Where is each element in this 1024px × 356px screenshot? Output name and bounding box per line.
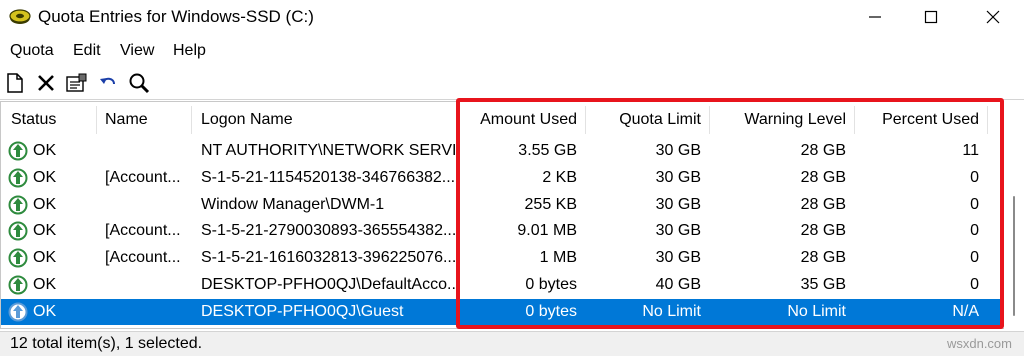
- menu-quota[interactable]: Quota: [10, 42, 54, 60]
- list-header: Status Name Logon Name Amount Used Quota…: [1, 102, 1005, 138]
- column-header-warning-level[interactable]: Warning Level: [710, 102, 854, 138]
- column-header-amount-used[interactable]: Amount Used: [461, 102, 585, 138]
- properties-icon: [66, 73, 87, 92]
- watermark: wsxdn.com: [946, 336, 1012, 351]
- cell-logon-name: S-1-5-21-1616032813-396225076...: [201, 249, 455, 267]
- title-bar: Quota Entries for Windows-SSD (C:): [0, 0, 1024, 36]
- column-divider[interactable]: [987, 106, 988, 134]
- column-divider[interactable]: [459, 106, 460, 134]
- cell-warning-level: 28 GB: [800, 195, 846, 213]
- status-text: 12 total item(s), 1 selected.: [10, 335, 203, 352]
- minimize-icon: [869, 16, 881, 18]
- column-header-logon-name[interactable]: Logon Name: [193, 102, 455, 138]
- cell-logon-name: Window Manager\DWM-1: [201, 195, 385, 213]
- cell-amount-used: 3.55 GB: [518, 142, 577, 159]
- table-row[interactable]: OK DESKTOP-PFHO0QJ\Guest 0 bytes No Limit No…: [1, 298, 1005, 325]
- scroll-thumb[interactable]: [1013, 196, 1015, 316]
- cell-amount-used: 0 bytes: [525, 276, 577, 293]
- column-header-quota-limit[interactable]: Quota Limit: [586, 102, 709, 138]
- cell-name: [97, 192, 191, 218]
- close-button[interactable]: [970, 0, 1016, 34]
- quota-entries-list[interactable]: Status Name Logon Name Amount Used Quota…: [0, 101, 1005, 329]
- delete-button[interactable]: [34, 71, 58, 95]
- cell-percent-used: N/A: [952, 302, 979, 320]
- cell-name: [Account...: [105, 222, 181, 240]
- maximize-button[interactable]: [908, 0, 954, 34]
- status-bar: 12 total item(s), 1 selected. wsxdn.com: [0, 331, 1024, 356]
- column-header-percent-used[interactable]: Percent Used: [855, 102, 987, 138]
- new-entry-button[interactable]: [3, 71, 27, 95]
- vertical-scrollbar[interactable]: [1004, 101, 1024, 329]
- undo-button[interactable]: [96, 71, 120, 95]
- cell-name: [97, 138, 191, 164]
- table-row[interactable]: OK Window Manager\DWM-1 255 KB 30 GB 28 GB 0: [1, 192, 1005, 218]
- cell-status: OK: [33, 195, 57, 213]
- cell-amount-used: 2 KB: [542, 168, 577, 186]
- cell-quota-limit: 30 GB: [655, 168, 701, 186]
- cell-percent-used: 0: [970, 195, 979, 213]
- cell-status: OK: [33, 222, 57, 240]
- cell-percent-used: 0: [970, 168, 979, 186]
- cell-name: [97, 299, 191, 325]
- cell-status: OK: [33, 302, 57, 320]
- cell-quota-limit: 30 GB: [655, 222, 701, 240]
- table-row[interactable]: OK [Account... S-1-5-21-1616032813-3962250…: [1, 245, 1005, 271]
- cell-quota-limit: No Limit: [642, 302, 701, 320]
- column-divider[interactable]: [191, 106, 192, 134]
- cell-amount-used: 1 MB: [539, 249, 577, 267]
- toolbar: [0, 66, 1024, 100]
- cell-logon-name: S-1-5-21-1154520138-346766382...: [201, 168, 455, 186]
- cell-status: OK: [33, 168, 57, 186]
- cell-warning-level: No Limit: [787, 302, 846, 320]
- window-title: Quota Entries for Windows-SSD (C:): [38, 7, 314, 26]
- cell-status: OK: [33, 142, 57, 159]
- cell-warning-level: 28 GB: [800, 249, 846, 267]
- column-header-status[interactable]: Status: [3, 102, 95, 138]
- cell-warning-level: 28 GB: [800, 222, 846, 240]
- column-header-name[interactable]: Name: [97, 102, 191, 138]
- cell-status: OK: [33, 276, 57, 293]
- cell-logon-name: DESKTOP-PFHO0QJ\Guest: [201, 302, 404, 320]
- cell-quota-limit: 30 GB: [655, 195, 701, 213]
- cell-name: [97, 272, 191, 298]
- cell-percent-used: 0: [970, 249, 979, 267]
- undo-icon: [100, 77, 115, 85]
- cell-amount-used: 0 bytes: [525, 302, 577, 320]
- cell-status: OK: [33, 249, 57, 267]
- table-row[interactable]: OK [Account... S-1-5-21-2790030893-3655543…: [1, 218, 1005, 244]
- cell-amount-used: 255 KB: [524, 195, 577, 213]
- cell-name: [Account...: [105, 249, 181, 267]
- cell-logon-name: DESKTOP-PFHO0QJ\DefaultAcco...: [201, 276, 455, 293]
- cell-name: [Account...: [105, 168, 181, 186]
- cell-percent-used: 0: [970, 222, 979, 240]
- menu-bar: Quota Edit View Help: [0, 38, 1024, 64]
- cell-percent-used: 0: [970, 276, 979, 293]
- find-icon: [129, 73, 150, 94]
- menu-edit[interactable]: Edit: [73, 42, 101, 60]
- cell-warning-level: 28 GB: [800, 142, 846, 159]
- cell-percent-used: 11: [962, 142, 979, 159]
- find-button[interactable]: [127, 71, 151, 95]
- table-row[interactable]: OK [Account... S-1-5-21-1154520138-3467663…: [1, 165, 1005, 191]
- menu-view[interactable]: View: [120, 42, 154, 60]
- table-row[interactable]: OK DESKTOP-PFHO0QJ\DefaultAcco... 0 bytes 4…: [1, 272, 1005, 298]
- cell-amount-used: 9.01 MB: [517, 222, 577, 240]
- cell-warning-level: 35 GB: [800, 276, 846, 293]
- properties-button[interactable]: [64, 71, 88, 95]
- minimize-button[interactable]: [852, 0, 898, 34]
- cell-quota-limit: 40 GB: [655, 276, 701, 293]
- menu-help[interactable]: Help: [173, 42, 206, 60]
- new-entry-icon: [7, 73, 23, 93]
- delete-icon: [38, 75, 54, 91]
- cell-warning-level: 28 GB: [800, 168, 846, 186]
- cell-quota-limit: 30 GB: [655, 142, 701, 159]
- cell-quota-limit: 30 GB: [655, 249, 701, 267]
- table-row[interactable]: OK NT AUTHORITY\NETWORK SERVI... 3.55 GB 30…: [1, 138, 1005, 164]
- maximize-icon: [924, 10, 938, 24]
- close-icon: [986, 10, 1000, 24]
- cell-logon-name: S-1-5-21-2790030893-365554382...: [201, 222, 455, 240]
- cell-logon-name: NT AUTHORITY\NETWORK SERVI...: [201, 142, 455, 159]
- disk-drive-icon: [9, 9, 31, 24]
